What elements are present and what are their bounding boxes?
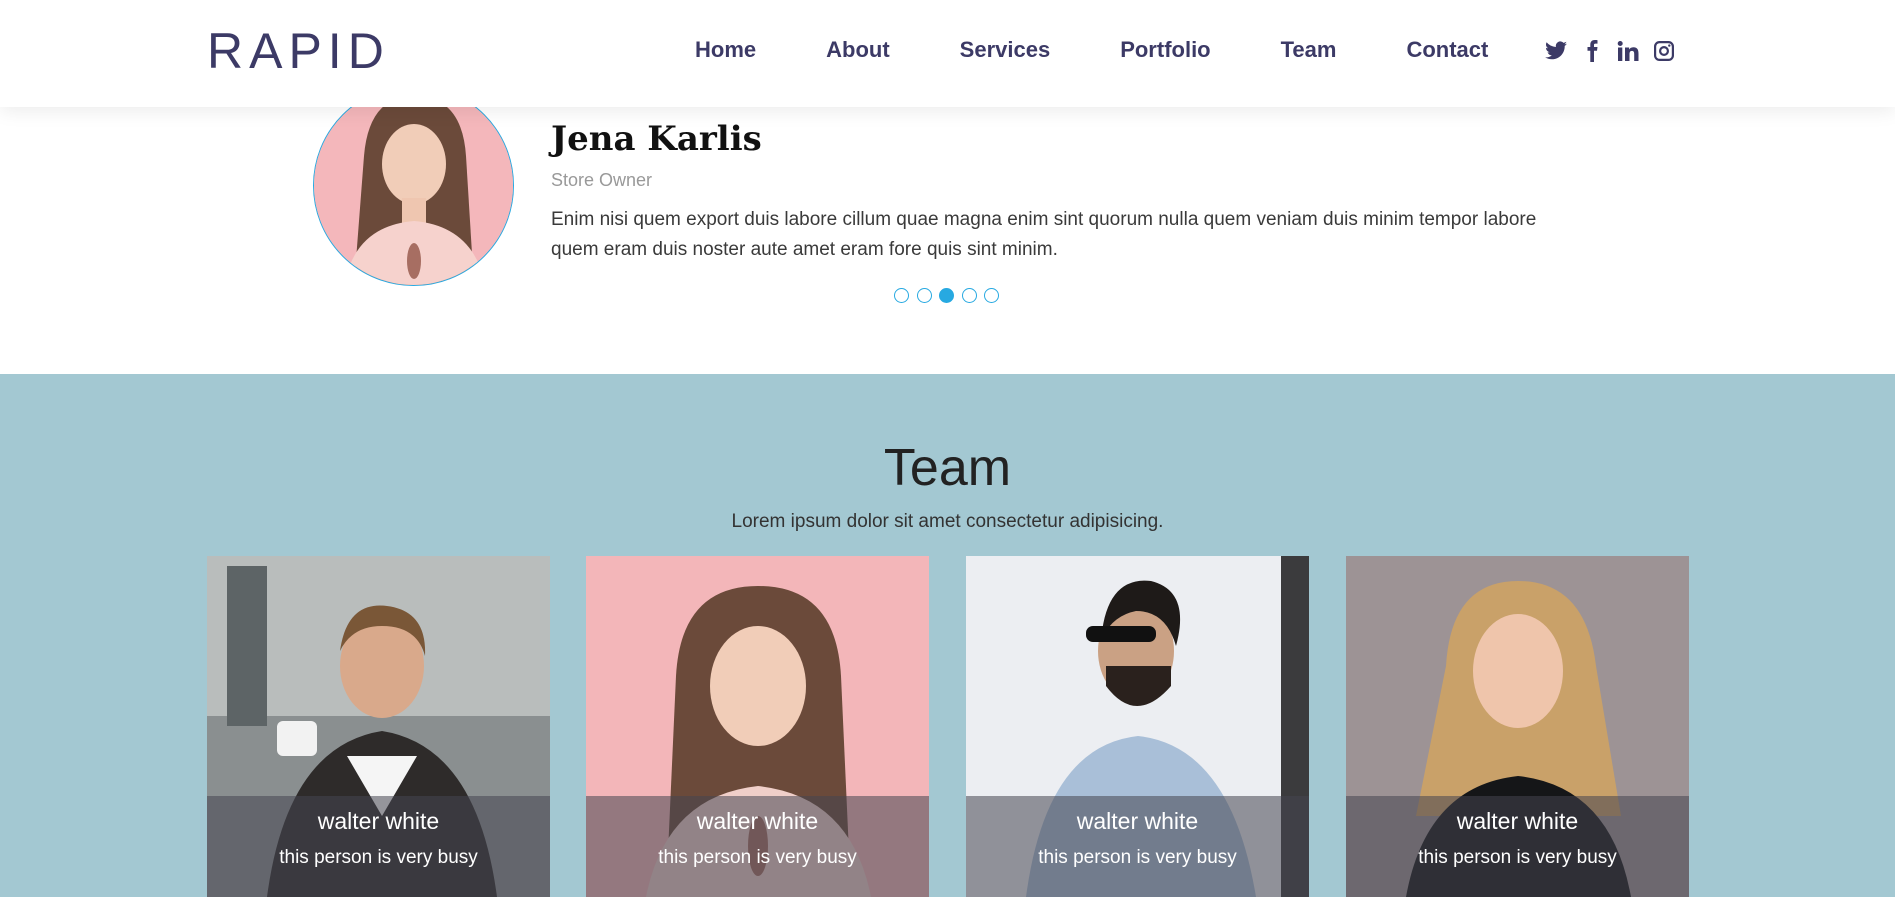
team-card[interactable]: walter white this person is very busy	[966, 556, 1309, 897]
nav-team[interactable]: Team	[1281, 37, 1337, 63]
carousel-dots	[894, 288, 1007, 303]
nav-services[interactable]: Services	[960, 37, 1051, 63]
site-header: RAPID Home About Services Portfolio Team…	[0, 0, 1895, 107]
testimonial-name: Jena Karlis	[551, 119, 762, 159]
team-card-overlay: walter white this person is very busy	[1346, 796, 1689, 897]
team-member-desc: this person is very busy	[1418, 847, 1617, 868]
team-section: Team Lorem ipsum dolor sit amet consecte…	[0, 374, 1895, 897]
team-card[interactable]: walter white this person is very busy	[586, 556, 929, 897]
carousel-dot-2[interactable]	[916, 288, 932, 303]
main-nav: Home About Services Portfolio Team Conta…	[660, 37, 1523, 63]
instagram-icon[interactable]	[1651, 38, 1677, 64]
carousel-dot-4[interactable]	[961, 288, 977, 303]
team-card[interactable]: walter white this person is very busy	[207, 556, 550, 897]
team-title: Team	[883, 439, 1012, 497]
nav-portfolio[interactable]: Portfolio	[1120, 37, 1210, 63]
logo[interactable]: RAPID	[207, 22, 390, 80]
team-member-name: walter white	[1456, 808, 1579, 834]
twitter-icon[interactable]	[1543, 38, 1569, 64]
carousel-dot-5[interactable]	[984, 288, 999, 303]
team-member-desc: this person is very busy	[1038, 847, 1237, 868]
facebook-icon[interactable]	[1579, 38, 1605, 64]
team-card-overlay: walter white this person is very busy	[586, 796, 929, 897]
team-member-name: walter white	[696, 808, 819, 834]
social-links	[1543, 38, 1687, 64]
linkedin-icon[interactable]	[1615, 38, 1641, 64]
testimonial-text: Enim nisi quem export duis labore cillum…	[551, 209, 1537, 260]
team-card-overlay: walter white this person is very busy	[966, 796, 1309, 897]
testimonial-avatar	[313, 85, 514, 286]
nav-contact[interactable]: Contact	[1406, 37, 1488, 63]
team-member-desc: this person is very busy	[658, 847, 857, 868]
nav-about[interactable]: About	[826, 37, 890, 63]
carousel-dot-1[interactable]	[894, 288, 909, 303]
team-card[interactable]: walter white this person is very busy	[1346, 556, 1689, 897]
team-member-desc: this person is very busy	[279, 847, 478, 868]
testimonial-role: Store Owner	[551, 170, 653, 190]
team-card-overlay: walter white this person is very busy	[207, 796, 550, 897]
team-member-name: walter white	[1076, 808, 1199, 834]
team-subtitle: Lorem ipsum dolor sit amet consectetur a…	[731, 511, 1164, 532]
team-member-name: walter white	[317, 808, 440, 834]
carousel-dot-3[interactable]	[939, 288, 954, 303]
nav-home[interactable]: Home	[695, 37, 756, 63]
testimonial-section: Jena Karlis Store Owner Enim nisi quem e…	[0, 85, 1895, 374]
